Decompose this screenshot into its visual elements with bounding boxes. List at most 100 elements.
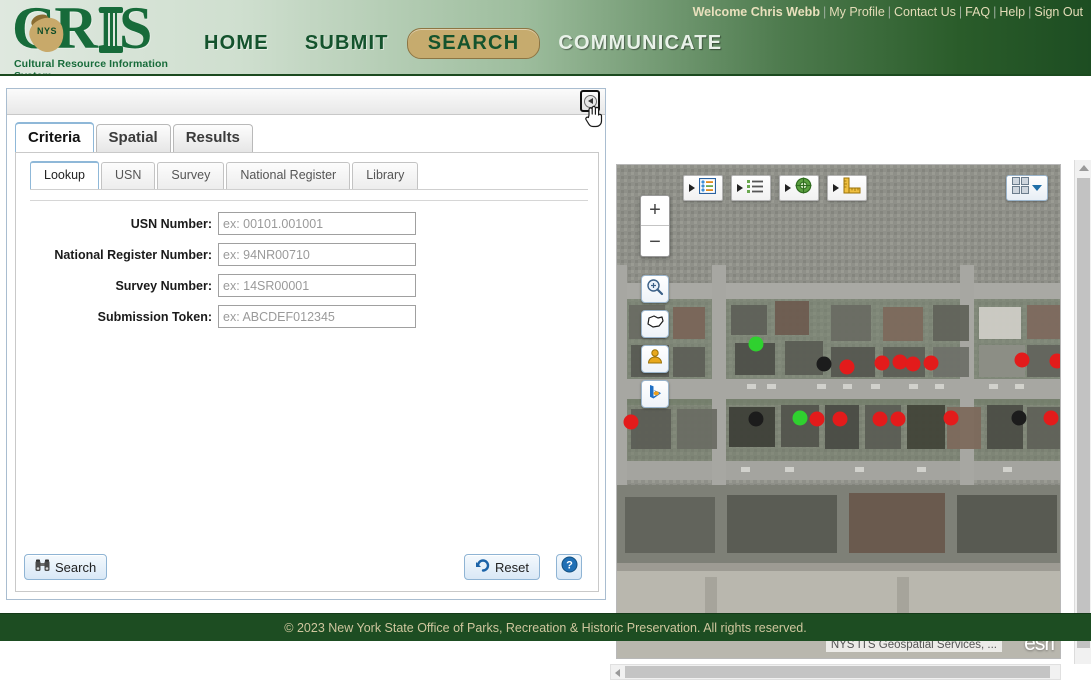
input-national-register-number[interactable] (218, 243, 416, 266)
input-submission-token[interactable] (218, 305, 416, 328)
logo-column-icon (101, 7, 121, 53)
page-vertical-scrollbar[interactable] (1074, 160, 1091, 664)
criteria-tab-panel: LookupUSNSurveyNational RegisterLibrary … (15, 152, 599, 592)
label-usn-number: USN Number: (30, 217, 218, 231)
zoom-in-magnifier-button[interactable] (641, 275, 669, 303)
map-marker[interactable] (810, 412, 825, 427)
caret-right-icon (737, 184, 743, 192)
tab-results[interactable]: Results (173, 124, 253, 152)
map-marker[interactable] (840, 360, 855, 375)
form-row: USN Number: (30, 212, 588, 235)
locate-tool[interactable] (779, 175, 819, 201)
vertical-scroll-thumb[interactable] (1077, 178, 1090, 648)
form-divider (30, 200, 588, 201)
link-separator: | (956, 5, 965, 19)
nav-item-submit[interactable]: SUBMIT (287, 32, 407, 55)
map-marker[interactable] (875, 356, 890, 371)
zoom-in-button[interactable]: + (641, 196, 669, 226)
map-marker[interactable] (749, 412, 764, 427)
bing-basemap-icon (646, 383, 664, 406)
link-separator: | (990, 5, 999, 19)
form-row: Submission Token: (30, 305, 588, 328)
welcome-message: Welcome Chris Webb (693, 5, 820, 19)
map-marker[interactable] (873, 412, 888, 427)
subtab-survey[interactable]: Survey (157, 162, 224, 189)
map-marker[interactable] (624, 415, 639, 430)
reset-button[interactable]: Reset (464, 554, 540, 580)
reset-button-label: Reset (495, 560, 529, 575)
cris-logo[interactable]: CRIS NYS Cultural Resource Information S… (6, 0, 171, 74)
map-marker[interactable] (1012, 411, 1027, 426)
subtab-usn[interactable]: USN (101, 162, 155, 189)
measure-tool[interactable] (827, 175, 867, 201)
map-marker[interactable] (924, 356, 939, 371)
scroll-left-arrow-icon[interactable] (615, 669, 620, 677)
map-marker[interactable] (1044, 411, 1059, 426)
site-header: CRIS NYS Cultural Resource Information S… (0, 0, 1091, 76)
form-row: Survey Number: (30, 274, 588, 297)
lookup-tab-panel: USN Number: National Register Number: Surv… (30, 189, 588, 545)
map-marker[interactable] (749, 337, 764, 352)
layer-list-icon (699, 178, 716, 199)
subtab-library[interactable]: Library (352, 162, 418, 189)
search-button[interactable]: Search (24, 554, 107, 580)
map-viewport[interactable]: + − (616, 164, 1061, 659)
link-separator: | (820, 5, 829, 19)
main-navigation: HOMESUBMITSEARCHCOMMUNICATE (186, 28, 740, 59)
zoom-out-button[interactable]: − (641, 227, 669, 257)
bullet-list-icon (747, 178, 764, 199)
map-marker[interactable] (817, 357, 832, 372)
identify-tool-button[interactable] (641, 345, 669, 373)
map-marker[interactable] (1050, 354, 1062, 369)
tab-criteria[interactable]: Criteria (15, 122, 94, 152)
lookup-tablist: LookupUSNSurveyNational RegisterLibrary (30, 161, 420, 189)
panel-titlebar (7, 89, 605, 115)
scroll-up-arrow-icon[interactable] (1079, 165, 1089, 171)
tab-spatial[interactable]: Spatial (96, 124, 171, 152)
map-marker[interactable] (833, 412, 848, 427)
criteria-tablist: CriteriaSpatialResults (15, 125, 255, 152)
map-marker[interactable] (906, 357, 921, 372)
utility-links: Welcome Chris Webb|My Profile|Contact Us… (693, 5, 1083, 19)
chevron-down-icon (1032, 185, 1042, 191)
map-marker[interactable] (793, 411, 808, 426)
form-row: National Register Number: (30, 243, 588, 266)
input-survey-number[interactable] (218, 274, 416, 297)
undo-arrow-icon (475, 559, 490, 575)
utility-link-faq[interactable]: FAQ (965, 5, 990, 19)
nav-item-search[interactable]: SEARCH (407, 28, 541, 59)
map-toolbar (683, 175, 867, 201)
caret-right-icon (833, 184, 839, 192)
page-content: CriteriaSpatialResults LookupUSNSurveyNa… (0, 76, 1091, 613)
map-marker[interactable] (891, 412, 906, 427)
zoom-controls: + − (640, 195, 670, 257)
map-horizontal-scrollbar[interactable] (610, 664, 1061, 680)
bullet-list-tool[interactable] (731, 175, 771, 201)
site-footer: © 2023 New York State Office of Parks, R… (0, 613, 1091, 641)
layer-list-tool[interactable] (683, 175, 723, 201)
subtab-lookup[interactable]: Lookup (30, 161, 99, 189)
input-usn-number[interactable] (218, 212, 416, 235)
nav-item-communicate[interactable]: COMMUNICATE (540, 32, 740, 55)
help-button[interactable]: ? (556, 554, 582, 580)
logo-nys-badge: NYS (30, 26, 64, 36)
logo-tagline: Cultural Resource Information System (14, 58, 171, 76)
map-marker[interactable] (1015, 353, 1030, 368)
bing-basemap-button[interactable] (641, 380, 669, 408)
collapse-panel-button[interactable] (580, 90, 600, 112)
nav-item-home[interactable]: HOME (186, 32, 287, 55)
map-marker[interactable] (944, 411, 959, 426)
utility-link-contact-us[interactable]: Contact Us (894, 5, 956, 19)
utility-link-my-profile[interactable]: My Profile (829, 5, 885, 19)
map-marker[interactable] (893, 355, 908, 370)
full-extent-button[interactable] (641, 310, 669, 338)
utility-link-help[interactable]: Help (999, 5, 1025, 19)
collapse-left-icon (584, 95, 597, 108)
search-panel: CriteriaSpatialResults LookupUSNSurveyNa… (6, 88, 606, 600)
basemap-gallery-button[interactable] (1006, 175, 1048, 201)
subtab-national-register[interactable]: National Register (226, 162, 350, 189)
panel-action-bar: Search Reset ? (16, 551, 600, 583)
horizontal-scroll-thumb[interactable] (625, 666, 1050, 678)
copyright-text: © 2023 New York State Office of Parks, R… (284, 621, 806, 635)
utility-link-sign-out[interactable]: Sign Out (1034, 5, 1083, 19)
